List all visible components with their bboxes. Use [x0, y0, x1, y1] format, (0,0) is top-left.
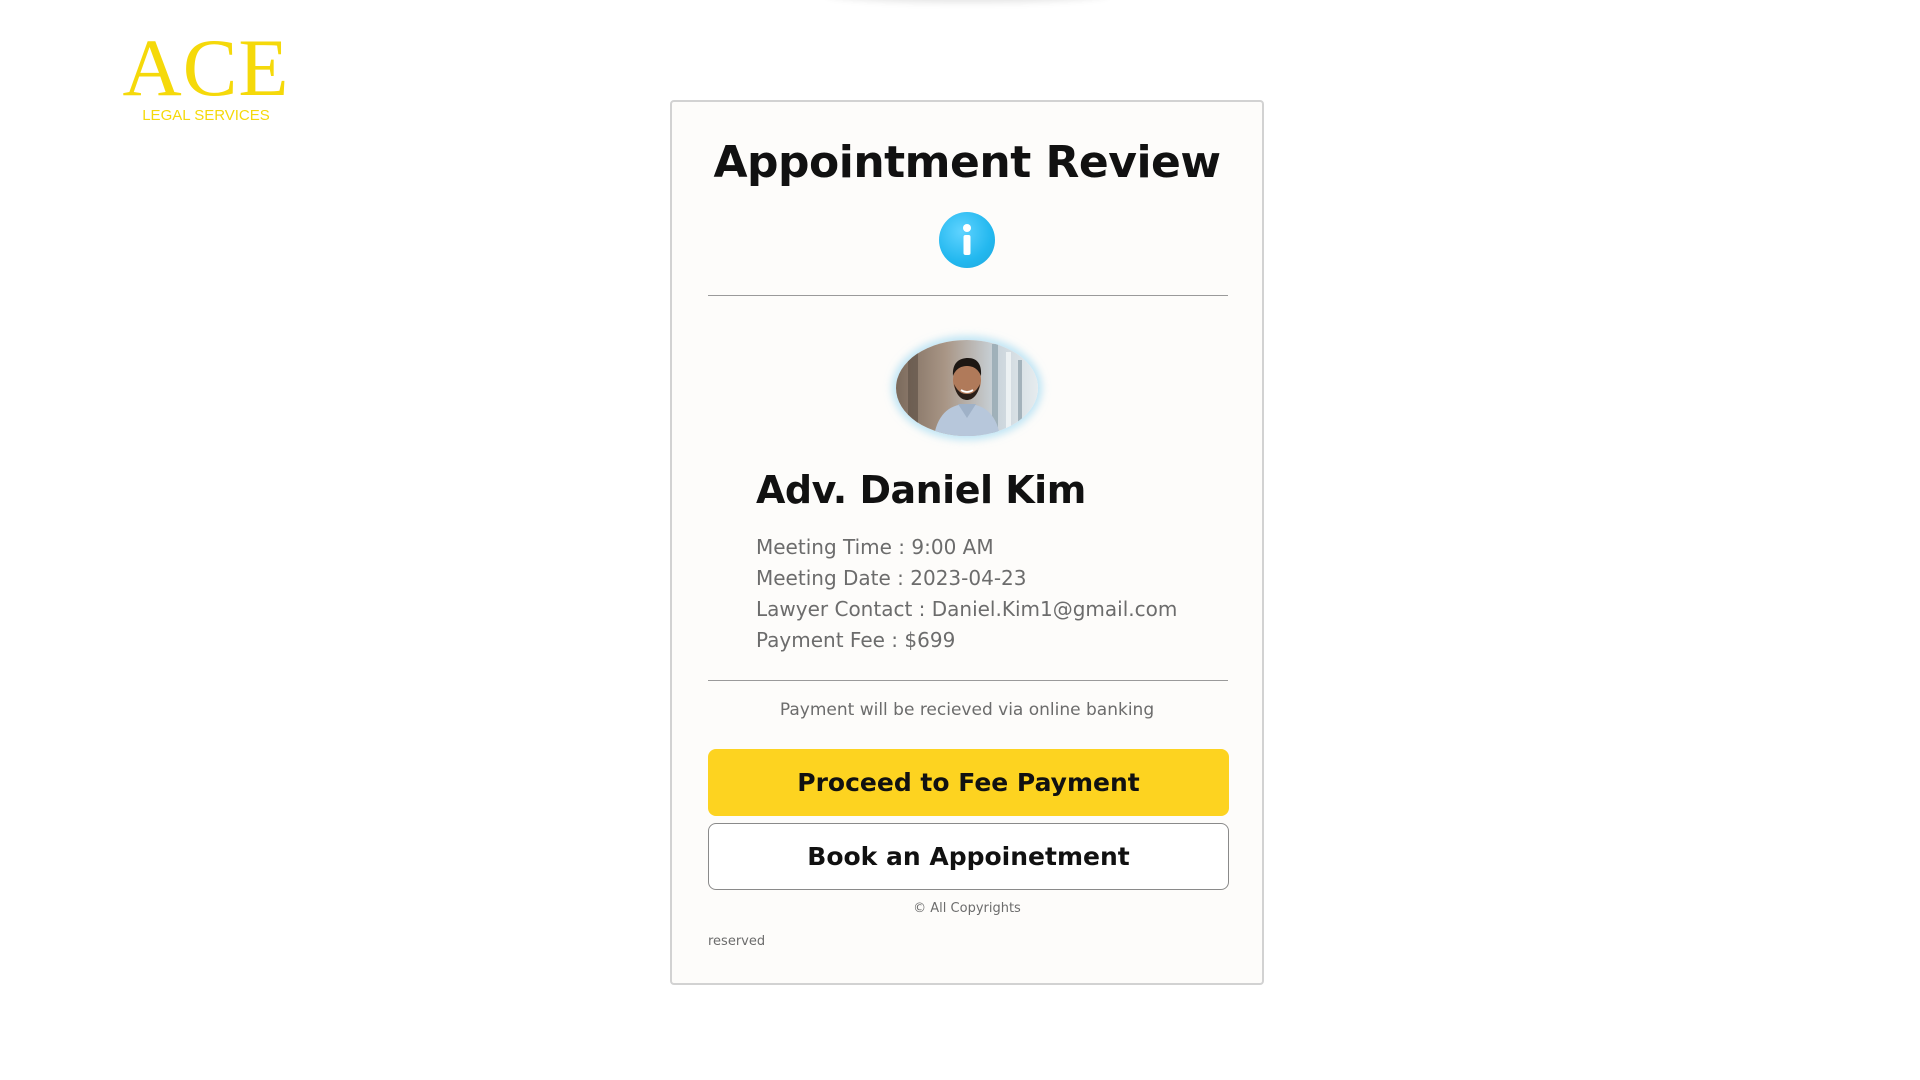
lawyer-photo [896, 340, 1038, 436]
payment-fee: Payment Fee : $699 [756, 628, 956, 652]
bottom-divider [708, 680, 1228, 681]
page-title: Appointment Review [713, 137, 1221, 188]
lawyer-name: Adv. Daniel Kim [756, 468, 1086, 512]
proceed-to-payment-button[interactable]: Proceed to Fee Payment [708, 749, 1229, 816]
appointment-review-card: Appointment Review Adv. Daniel Kim Meeti… [670, 100, 1264, 985]
payment-note: Payment will be recieved via online bank… [779, 700, 1155, 720]
copyright-text: © All Copyrights [913, 901, 1021, 916]
top-divider [708, 295, 1228, 296]
ace-logo[interactable]: ACE LEGAL SERVICES [111, 26, 301, 124]
meeting-time: Meeting Time : 9:00 AM [756, 535, 994, 559]
lawyer-avatar [896, 340, 1038, 436]
reserved-text: reserved [708, 934, 766, 949]
logo-wordmark: ACE [122, 22, 290, 113]
lawyer-contact: Lawyer Contact : Daniel.Kim1@gmail.com [756, 597, 1178, 621]
book-appointment-button[interactable]: Book an Appoinetment [708, 823, 1229, 890]
meeting-date: Meeting Date : 2023-04-23 [756, 566, 1027, 590]
appointment-details: Meeting Time : 9:00 AM Meeting Date : 20… [756, 532, 1177, 656]
info-glyph [963, 224, 971, 255]
info-circle-icon [939, 212, 995, 268]
